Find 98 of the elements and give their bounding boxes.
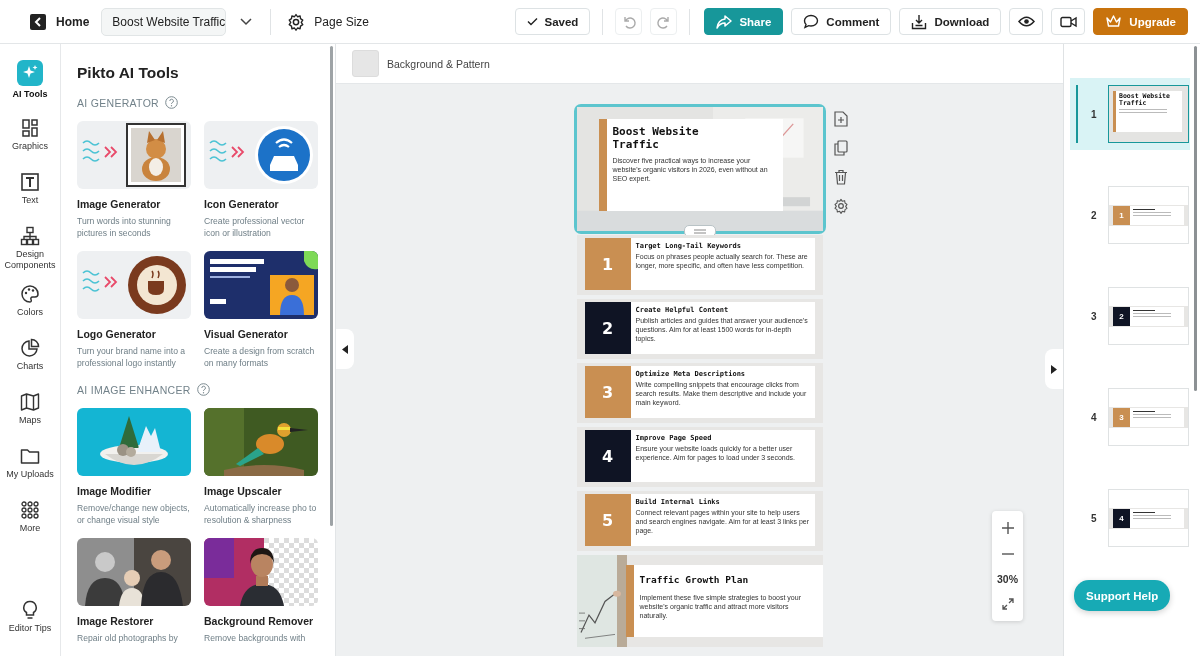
thumbnail-number: 4 bbox=[1113, 508, 1130, 528]
page-row[interactable]: 3 2 bbox=[1070, 280, 1190, 352]
crown-icon bbox=[1105, 15, 1123, 28]
palette-icon bbox=[20, 283, 40, 304]
sidebar-item[interactable]: AI Tools bbox=[1, 64, 59, 106]
comment-button[interactable]: Comment bbox=[791, 8, 892, 35]
share-icon bbox=[716, 14, 733, 29]
copy-icon[interactable] bbox=[833, 140, 848, 156]
expand-icon bbox=[1001, 598, 1014, 610]
tool-description: Create a design from scratch on many formats bbox=[204, 345, 316, 370]
sidebar-item[interactable]: Charts bbox=[1, 337, 59, 380]
sidebar-item[interactable]: My Uploads bbox=[1, 445, 59, 488]
tool-description: Create professional vector icon or illustration bbox=[204, 215, 306, 240]
preview-button[interactable] bbox=[1009, 8, 1044, 35]
help-icon[interactable] bbox=[196, 383, 210, 397]
pie-chart-icon bbox=[20, 337, 40, 358]
step-number: 5 bbox=[584, 494, 631, 546]
slide-thumbnail[interactable]: 4 bbox=[1108, 489, 1189, 547]
page-number: 3 bbox=[1091, 310, 1098, 322]
tool-description: Turn your brand name into a professional logo instantly bbox=[77, 345, 187, 370]
section-heading: AI IMAGE ENHANCER bbox=[77, 383, 191, 396]
minus-icon bbox=[1001, 553, 1014, 555]
page-row[interactable]: 5 4 bbox=[1070, 482, 1190, 554]
tool-description: Repair old photographs by bbox=[77, 632, 179, 646]
comment-icon bbox=[803, 14, 820, 29]
sidebar-item[interactable]: Colors bbox=[1, 283, 59, 326]
expand-handle[interactable] bbox=[1045, 349, 1063, 389]
download-button[interactable]: Download bbox=[899, 8, 1002, 35]
plus-icon bbox=[1001, 522, 1014, 534]
collapse-handle[interactable] bbox=[336, 329, 354, 369]
step-number: 2 bbox=[584, 302, 631, 354]
sidebar-item[interactable]: Maps bbox=[1, 391, 59, 434]
graphics-icon bbox=[20, 118, 40, 138]
components-icon bbox=[20, 226, 40, 246]
video-camera-icon bbox=[1059, 15, 1077, 28]
step-number: 1 bbox=[584, 238, 631, 290]
video-button[interactable] bbox=[1051, 8, 1086, 35]
sidebar-item[interactable]: Text bbox=[1, 172, 59, 214]
document-title-field[interactable]: Boost Website Traffic bbox=[101, 7, 227, 36]
thumbnail-number: 2 bbox=[1113, 306, 1130, 326]
check-icon bbox=[526, 17, 538, 26]
page-number: 5 bbox=[1091, 512, 1098, 524]
panel-title: Pikto AI Tools bbox=[77, 64, 180, 82]
chevron-down-icon bbox=[240, 17, 253, 26]
share-button[interactable]: Share bbox=[704, 8, 784, 35]
sidebar-item[interactable]: Editor Tips bbox=[1, 600, 59, 642]
ai-sparkle-icon bbox=[17, 60, 43, 86]
help-icon[interactable] bbox=[165, 96, 178, 109]
page-number: 4 bbox=[1091, 411, 1098, 423]
tool-name[interactable]: Icon Generator bbox=[204, 198, 318, 210]
delete-icon[interactable] bbox=[833, 169, 848, 185]
sidebar-item[interactable]: Design Components bbox=[1, 226, 59, 272]
drag-lines-icon bbox=[692, 228, 707, 234]
eye-icon bbox=[1017, 16, 1035, 27]
download-icon bbox=[911, 13, 928, 30]
page-number: 2 bbox=[1091, 209, 1098, 221]
text-icon bbox=[20, 172, 40, 192]
home-button[interactable]: Home bbox=[30, 9, 94, 34]
page-number: 1 bbox=[1091, 108, 1098, 120]
settings-icon[interactable] bbox=[832, 198, 849, 214]
step-number: 4 bbox=[584, 430, 631, 482]
tool-name[interactable]: Image Restorer bbox=[77, 615, 191, 628]
settings-icon bbox=[287, 12, 306, 31]
sidebar-item[interactable]: More bbox=[1, 499, 59, 542]
add-page-icon[interactable] bbox=[833, 111, 848, 127]
upgrade-button[interactable]: Upgrade bbox=[1093, 8, 1188, 35]
caret-left-icon bbox=[342, 344, 348, 354]
page-row[interactable]: 2 1 bbox=[1070, 179, 1190, 251]
tool-description: Remove backgrounds with bbox=[204, 632, 307, 646]
sidebar-item[interactable]: Graphics bbox=[1, 118, 59, 160]
slide-thumbnail[interactable]: 2 bbox=[1108, 287, 1189, 345]
scrollbar[interactable] bbox=[330, 46, 333, 526]
tool-description: Automatically increase pho to resolution & sharpness bbox=[204, 502, 318, 527]
tool-description: Turn words into stunning pictures in seconds bbox=[77, 215, 172, 240]
grid-icon bbox=[20, 499, 40, 520]
background-pattern-button[interactable]: Background & Pattern bbox=[352, 50, 490, 77]
back-icon bbox=[30, 13, 46, 30]
tool-name[interactable]: Visual Generator bbox=[204, 328, 318, 341]
map-icon bbox=[20, 391, 40, 412]
scrollbar[interactable] bbox=[1194, 46, 1197, 391]
page-row[interactable]: 4 3 bbox=[1070, 381, 1190, 453]
tool-name[interactable]: Image Modifier bbox=[77, 485, 191, 498]
tool-name[interactable]: Image Generator bbox=[77, 198, 191, 210]
tool-name[interactable]: Image Upscaler bbox=[204, 485, 318, 498]
thumbnail-number: 3 bbox=[1113, 407, 1130, 427]
slide-title: Traffic Growth Plan bbox=[639, 574, 750, 585]
thumbnail-number: 1 bbox=[1113, 205, 1130, 225]
slide-title: Boost Website Traffic bbox=[612, 126, 700, 152]
step-number: 3 bbox=[584, 366, 631, 418]
tool-description: Remove/change new objects, or change visual style bbox=[77, 502, 191, 527]
zoom-level: 30% bbox=[997, 572, 1018, 587]
tool-name[interactable]: Background Remover bbox=[204, 615, 318, 628]
section-heading: AI GENERATOR bbox=[77, 96, 159, 109]
page-size-button[interactable]: Page Size bbox=[283, 8, 374, 35]
saved-button[interactable]: Saved bbox=[514, 8, 591, 35]
lightbulb-icon bbox=[20, 600, 40, 620]
tool-name[interactable]: Logo Generator bbox=[77, 328, 191, 341]
caret-right-icon bbox=[1051, 364, 1057, 374]
